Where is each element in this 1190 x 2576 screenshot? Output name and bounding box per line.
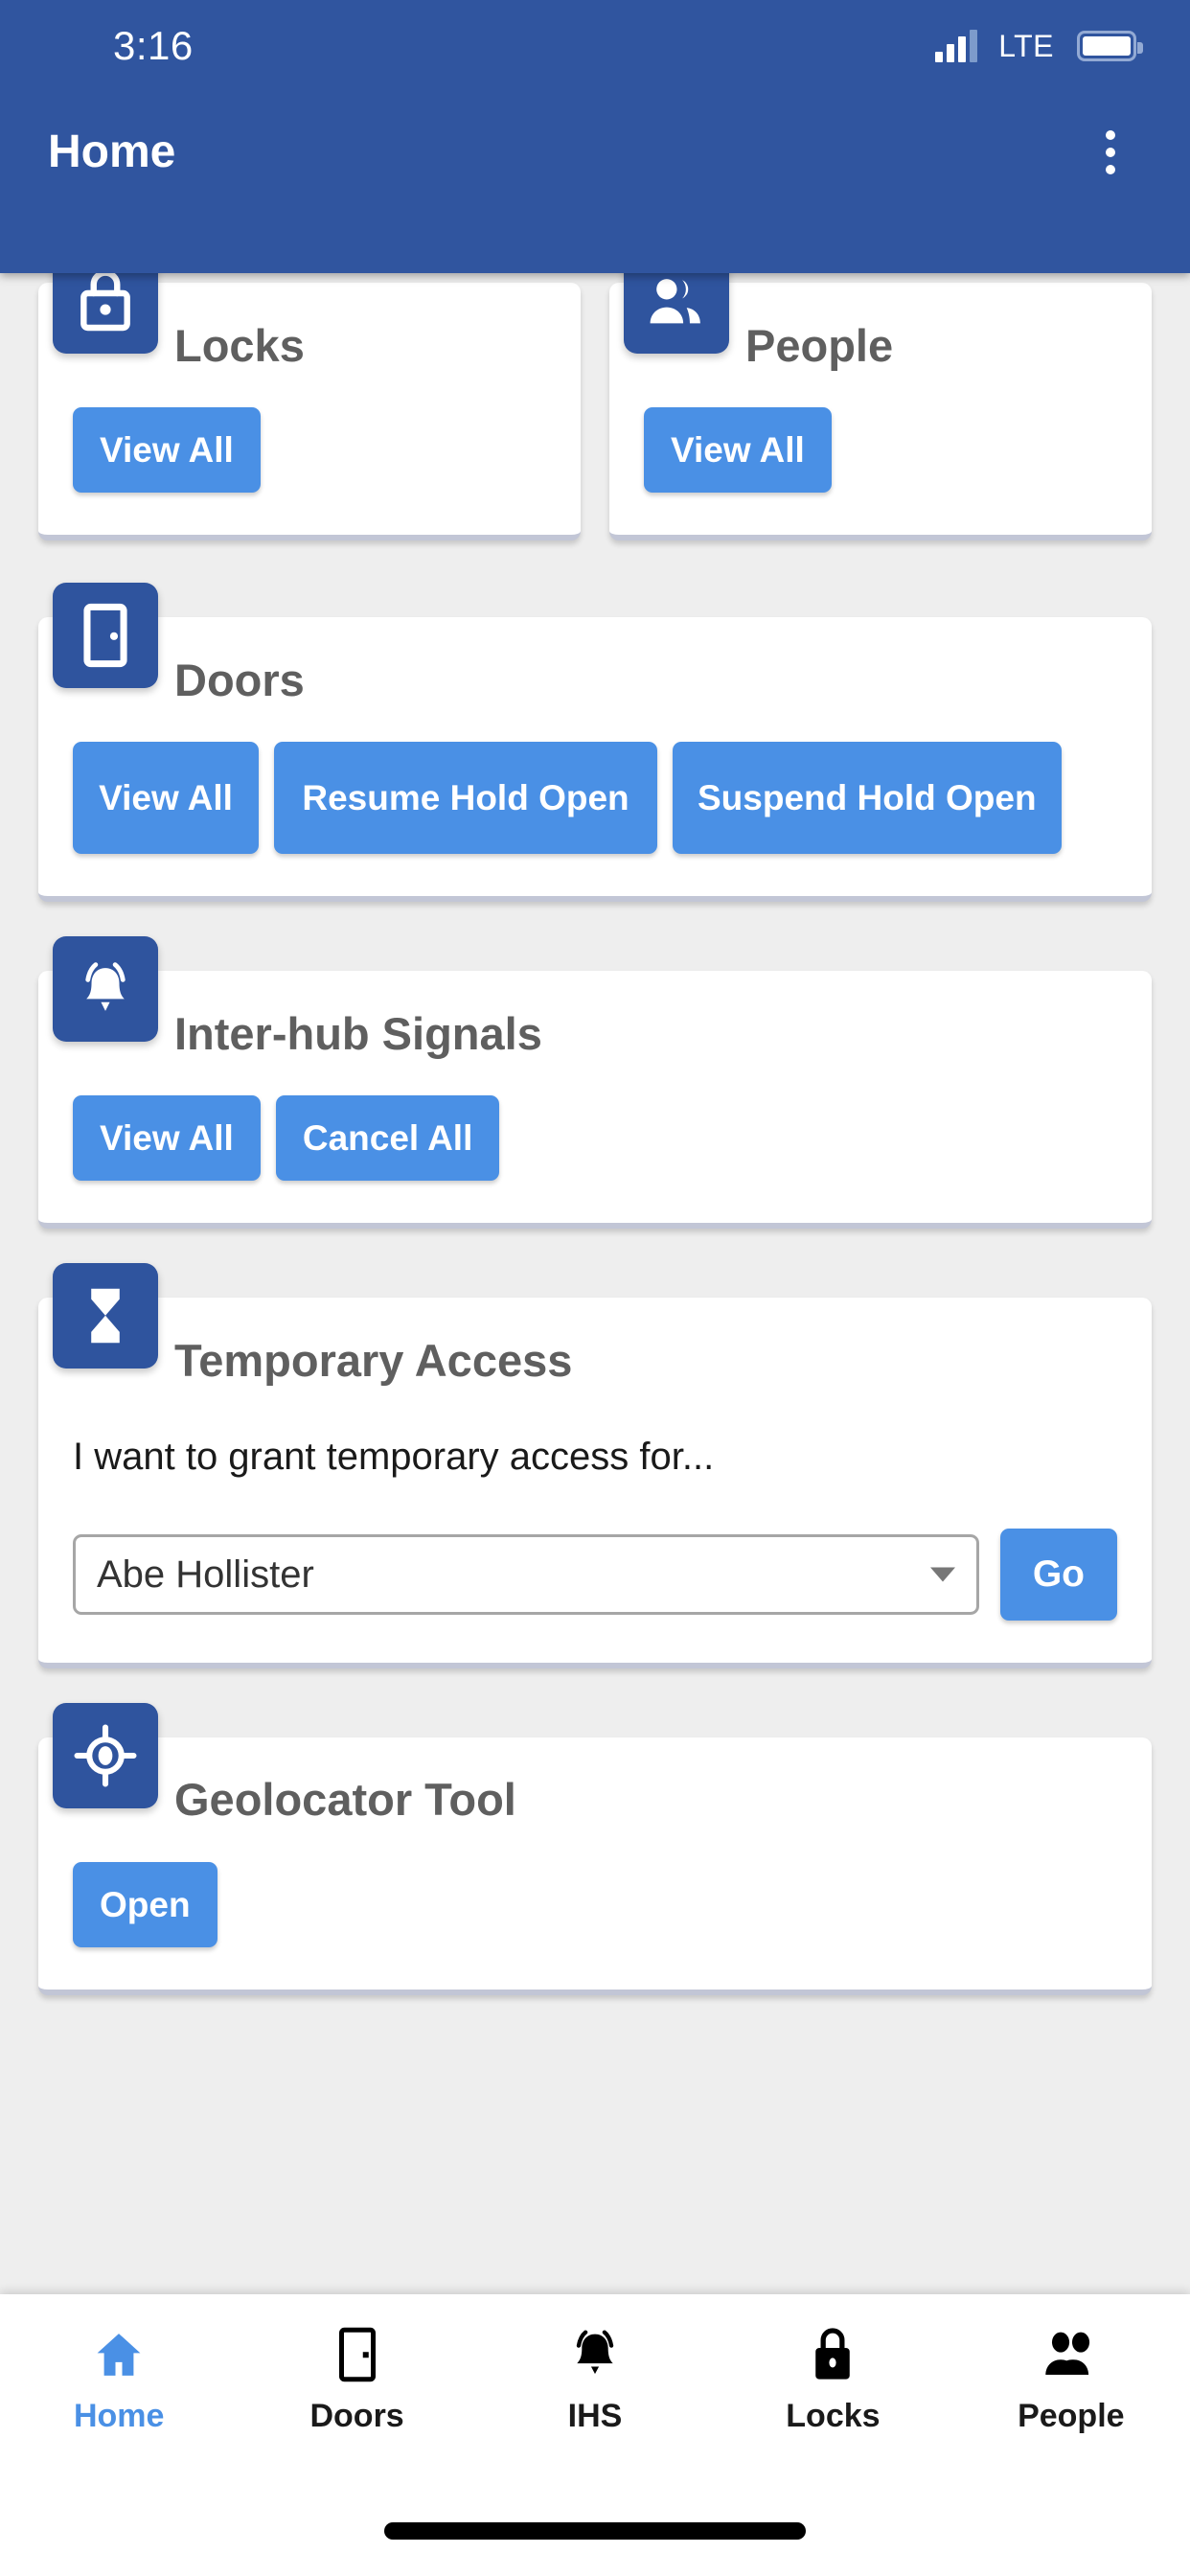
scroll-content[interactable]: Locks View All People View All Doors Vie… xyxy=(0,158,1190,2294)
card-people[interactable]: People View All xyxy=(609,248,1152,541)
people-view-all-button[interactable]: View All xyxy=(644,407,832,494)
temporary-access-prompt: I want to grant temporary access for... xyxy=(73,1436,715,1479)
app-bar: 3:16 LTE Home xyxy=(0,0,1190,273)
nav-item-ihs[interactable]: IHS xyxy=(476,2325,714,2435)
geolocator-open-button[interactable]: Open xyxy=(73,1861,217,1948)
card-title: Doors xyxy=(174,654,305,705)
card-locks[interactable]: Locks View All xyxy=(38,248,581,541)
card-geolocator-tool[interactable]: Geolocator Tool Open xyxy=(38,1702,1152,1996)
signal-bars-icon xyxy=(935,30,978,62)
card-body-doors: View All Resume Hold Open Suspend Hold O… xyxy=(38,742,1152,896)
card-interhub-signals[interactable]: Inter-hub Signals View All Cancel All xyxy=(38,936,1152,1230)
locks-view-all-button[interactable]: View All xyxy=(73,407,261,494)
hourglass-icon xyxy=(53,1263,158,1369)
status-bar-indicators: LTE xyxy=(935,28,1143,64)
button-row: Open xyxy=(38,1861,1152,1948)
card-body-locks: View All xyxy=(38,407,581,535)
door-icon xyxy=(53,583,158,689)
card-header-doors: Doors xyxy=(38,617,1152,742)
select-selected-value: Abe Hollister xyxy=(97,1552,314,1596)
home-icon xyxy=(92,2325,146,2384)
button-row: View All Cancel All xyxy=(38,1095,1152,1182)
button-row: View All xyxy=(609,407,1152,494)
card-doors[interactable]: Doors View All Resume Hold Open Suspend … xyxy=(38,583,1152,903)
card-title: Locks xyxy=(174,319,305,371)
card-body-people: View All xyxy=(609,407,1152,535)
doors-view-all-button[interactable]: View All xyxy=(73,742,259,855)
temporary-access-go-button[interactable]: Go xyxy=(999,1529,1117,1621)
button-row: View All Resume Hold Open Suspend Hold O… xyxy=(38,742,1152,855)
page-title: Home xyxy=(48,126,176,177)
status-bar-network: LTE xyxy=(998,28,1054,63)
ihs-view-all-button[interactable]: View All xyxy=(73,1095,261,1182)
card-body-geolocator-tool: Open xyxy=(38,1861,1152,1990)
title-bar: Home xyxy=(0,92,1190,212)
nav-item-locks[interactable]: Locks xyxy=(714,2325,951,2435)
card-header-temporary-access: Temporary Access xyxy=(38,1298,1152,1422)
nav-item-doors[interactable]: Doors xyxy=(238,2325,475,2435)
card-header-interhub-signals: Inter-hub Signals xyxy=(38,971,1152,1095)
temporary-access-controls: Abe Hollister Go xyxy=(38,1479,1152,1621)
nav-label: IHS xyxy=(567,2398,623,2434)
nav-label: Home xyxy=(73,2398,165,2434)
button-row: View All xyxy=(38,407,581,494)
card-header-geolocator-tool: Geolocator Tool xyxy=(38,1737,1152,1862)
bottom-navigation: Home Doors IHS Locks People xyxy=(0,2294,1190,2576)
doors-resume-hold-open-button[interactable]: Resume Hold Open xyxy=(274,742,657,855)
ihs-cancel-all-button[interactable]: Cancel All xyxy=(275,1095,500,1182)
kebab-menu-icon[interactable] xyxy=(1088,121,1133,184)
bottom-nav-items: Home Doors IHS Locks People xyxy=(0,2294,1190,2435)
bell-ringing-icon xyxy=(53,936,158,1043)
card-title: Inter-hub Signals xyxy=(174,1007,542,1059)
chevron-down-icon xyxy=(929,1567,955,1582)
card-body-temporary-access: I want to grant temporary access for... … xyxy=(38,1422,1152,1663)
app-root: Locks View All People View All Doors Vie… xyxy=(0,0,1190,2576)
card-temporary-access[interactable]: Temporary Access I want to grant tempora… xyxy=(38,1263,1152,1668)
people-icon xyxy=(1041,2325,1101,2384)
card-title: People xyxy=(745,319,894,371)
bell-icon xyxy=(567,2325,623,2384)
nav-label: People xyxy=(1018,2398,1125,2434)
door-icon xyxy=(338,2325,377,2384)
nav-label: Doors xyxy=(309,2398,404,2434)
card-title: Temporary Access xyxy=(174,1334,573,1386)
crosshair-location-icon xyxy=(53,1702,158,1808)
battery-full-icon xyxy=(1077,31,1143,61)
lock-icon xyxy=(810,2325,856,2384)
nav-item-people[interactable]: People xyxy=(952,2325,1190,2435)
status-bar: 3:16 LTE xyxy=(0,0,1190,92)
card-body-interhub-signals: View All Cancel All xyxy=(38,1095,1152,1223)
doors-suspend-hold-open-button[interactable]: Suspend Hold Open xyxy=(673,742,1062,855)
nav-item-home[interactable]: Home xyxy=(0,2325,238,2435)
card-row-top: Locks View All People View All xyxy=(38,248,1152,541)
nav-label: Locks xyxy=(786,2398,881,2434)
status-bar-time: 3:16 xyxy=(113,23,194,68)
home-indicator xyxy=(384,2522,806,2540)
temporary-access-person-select[interactable]: Abe Hollister xyxy=(73,1534,979,1616)
card-title: Geolocator Tool xyxy=(174,1774,516,1826)
